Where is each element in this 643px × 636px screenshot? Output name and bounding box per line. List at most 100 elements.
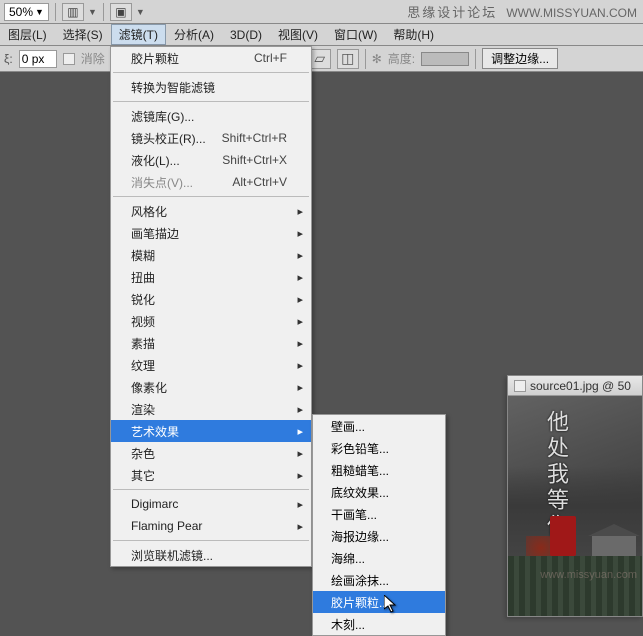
feather-label: ξ:: [4, 52, 13, 66]
menu-label: 渲染: [131, 401, 155, 418]
artistic-submenu: 壁画... 彩色铅笔... 粗糙蜡笔... 底纹效果... 干画笔... 海报边…: [312, 414, 446, 636]
window-icon: [514, 380, 526, 392]
height-label: 高度:: [388, 50, 415, 67]
submenu-label: 海报边缘...: [331, 528, 389, 545]
document-titlebar[interactable]: source01.jpg @ 50: [508, 376, 642, 396]
submenu-underpainting[interactable]: 底纹效果...: [313, 481, 445, 503]
submenu-label: 海绵...: [331, 550, 365, 567]
separator: [475, 49, 476, 69]
menu-flaming-pear[interactable]: Flaming Pear: [111, 515, 311, 537]
menu-label: 视频: [131, 313, 155, 330]
menu-view[interactable]: 视图(V): [270, 24, 326, 45]
menu-artistic[interactable]: 艺术效果: [111, 420, 311, 442]
menu-label: 其它: [131, 467, 155, 484]
menu-3d[interactable]: 3D(D): [222, 26, 270, 44]
watermark-en: WWW.MISSYUAN.COM: [506, 6, 637, 20]
menu-filter[interactable]: 滤镜(T): [111, 24, 166, 45]
menu-label: 纹理: [131, 357, 155, 374]
submenu-label: 壁画...: [331, 418, 365, 435]
separator: [113, 196, 309, 197]
separator: [113, 101, 309, 102]
menu-liquify[interactable]: 液化(L)... Shift+Ctrl+X: [111, 149, 311, 171]
menu-layer[interactable]: 图层(L): [0, 24, 55, 45]
separator: [113, 540, 309, 541]
submenu-poster-edges[interactable]: 海报边缘...: [313, 525, 445, 547]
separator: [365, 49, 366, 69]
menu-digimarc[interactable]: Digimarc: [111, 493, 311, 515]
submenu-rough-pastels[interactable]: 粗糙蜡笔...: [313, 459, 445, 481]
height-slider[interactable]: [421, 52, 469, 66]
menu-texture[interactable]: 纹理: [111, 354, 311, 376]
menu-label: 消失点(V)...: [131, 174, 193, 191]
chevron-down-icon[interactable]: ▼: [88, 7, 97, 17]
refine-edge-button[interactable]: 调整边缘...: [482, 48, 558, 69]
menu-label: 浏览联机滤镜...: [131, 547, 213, 564]
menu-vanishing-point[interactable]: 消失点(V)... Alt+Ctrl+V: [111, 171, 311, 193]
separator: [113, 72, 309, 73]
menu-select[interactable]: 选择(S): [55, 24, 111, 45]
submenu-label: 粗糙蜡笔...: [331, 462, 389, 479]
menu-sharpen[interactable]: 锐化: [111, 288, 311, 310]
menu-label: 液化(L)...: [131, 152, 180, 169]
menu-blur[interactable]: 模糊: [111, 244, 311, 266]
submenu-cutout[interactable]: 木刻...: [313, 613, 445, 635]
menu-label: Digimarc: [131, 497, 178, 511]
gear-icon: ✻: [372, 52, 382, 66]
menu-window[interactable]: 窗口(W): [326, 24, 385, 45]
menu-sketch[interactable]: 素描: [111, 332, 311, 354]
screen-mode-icon[interactable]: ▥: [62, 3, 84, 21]
menu-video[interactable]: 视频: [111, 310, 311, 332]
menu-render[interactable]: 渲染: [111, 398, 311, 420]
menu-label: 模糊: [131, 247, 155, 264]
submenu-paint-daubs[interactable]: 绘画涂抹...: [313, 569, 445, 591]
submenu-film-grain[interactable]: 胶片颗粒...: [313, 591, 445, 613]
menu-filter-gallery[interactable]: 滤镜库(G)...: [111, 105, 311, 127]
arrange-docs-icon[interactable]: ▣: [110, 3, 132, 21]
menu-stylize[interactable]: 风格化: [111, 200, 311, 222]
menu-label: 风格化: [131, 203, 167, 220]
submenu-dry-brush[interactable]: 干画笔...: [313, 503, 445, 525]
submenu-label: 彩色铅笔...: [331, 440, 389, 457]
submenu-label: 底纹效果...: [331, 484, 389, 501]
document-canvas[interactable]: 他处我等你: [508, 396, 642, 616]
menu-label: 滤镜库(G)...: [131, 108, 194, 125]
zoom-select[interactable]: 50% ▼: [4, 3, 49, 21]
menu-pixelate[interactable]: 像素化: [111, 376, 311, 398]
chevron-down-icon: ▼: [35, 7, 44, 17]
submenu-label: 干画笔...: [331, 506, 377, 523]
menu-browse-online[interactable]: 浏览联机滤镜...: [111, 544, 311, 566]
shortcut: Ctrl+F: [254, 51, 287, 65]
submenu-label: 木刻...: [331, 616, 365, 633]
menu-label: 像素化: [131, 379, 167, 396]
menu-label: 镜头校正(R)...: [131, 130, 206, 147]
menu-help[interactable]: 帮助(H): [385, 24, 442, 45]
seal-icon: [550, 516, 576, 556]
tool-icon-1[interactable]: ▱: [309, 49, 331, 69]
landscape-trees: [508, 556, 642, 616]
separator: [113, 489, 309, 490]
watermark: 思缘设计论坛 WWW.MISSYUAN.COM: [407, 2, 637, 21]
tool-icon-2[interactable]: ◫: [337, 49, 359, 69]
separator: [103, 3, 104, 21]
menu-convert-smart[interactable]: 转换为智能滤镜: [111, 76, 311, 98]
menu-analysis[interactable]: 分析(A): [166, 24, 222, 45]
menu-brush-strokes[interactable]: 画笔描边: [111, 222, 311, 244]
submenu-label: 胶片颗粒...: [331, 594, 389, 611]
zoom-value: 50%: [9, 5, 33, 19]
chevron-down-icon[interactable]: ▼: [136, 7, 145, 17]
submenu-sponge[interactable]: 海绵...: [313, 547, 445, 569]
antialias-checkbox[interactable]: [63, 53, 75, 65]
menu-lens-correction[interactable]: 镜头校正(R)... Shift+Ctrl+R: [111, 127, 311, 149]
menu-label: 杂色: [131, 445, 155, 462]
menu-last-filter[interactable]: 胶片颗粒 Ctrl+F: [111, 47, 311, 69]
submenu-colored-pencil[interactable]: 彩色铅笔...: [313, 437, 445, 459]
menu-label: 锐化: [131, 291, 155, 308]
menu-distort[interactable]: 扭曲: [111, 266, 311, 288]
menu-other[interactable]: 其它: [111, 464, 311, 486]
menu-noise[interactable]: 杂色: [111, 442, 311, 464]
submenu-label: 绘画涂抹...: [331, 572, 389, 589]
watermark-url: www.missyuan.com: [540, 569, 637, 581]
feather-input[interactable]: [19, 50, 57, 68]
shortcut: Shift+Ctrl+R: [222, 131, 287, 145]
submenu-fresco[interactable]: 壁画...: [313, 415, 445, 437]
